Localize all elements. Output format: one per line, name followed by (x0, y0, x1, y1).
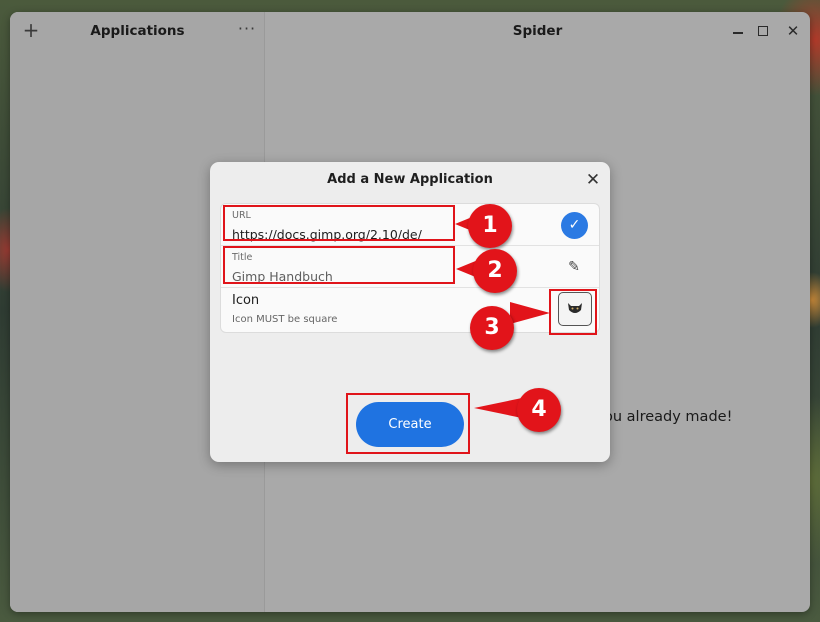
minimize-button[interactable] (728, 21, 748, 41)
dialog-close-button[interactable]: ✕ (582, 169, 604, 191)
close-icon: ✕ (585, 170, 601, 190)
annotation-callout-4: 4 (517, 388, 561, 432)
empty-state-text: ou already made! (604, 409, 733, 425)
sidebar-title: Applications (90, 23, 185, 39)
sidebar-menu-button[interactable]: ··· (236, 20, 258, 42)
title-edit-button[interactable]: ✎ (563, 256, 585, 278)
window-close-button[interactable]: ✕ (783, 21, 803, 41)
annotation-highlight-title (223, 246, 455, 284)
icon-label: Icon (232, 293, 260, 308)
checkmark-icon: ✓ (568, 217, 581, 233)
url-validate-button[interactable]: ✓ (561, 212, 588, 239)
annotation-arrow-3 (510, 302, 550, 324)
window-title: Spider (512, 23, 563, 39)
annotation-highlight-icon (549, 289, 597, 335)
dialog-title: Add a New Application (327, 172, 493, 187)
annotation-highlight-create (346, 393, 470, 454)
sidebar-header: Applications (10, 12, 265, 50)
pencil-icon: ✎ (568, 259, 580, 275)
icon-hint: Icon MUST be square (232, 314, 338, 325)
annotation-arrow-4 (474, 398, 522, 418)
annotation-highlight-url (223, 205, 455, 241)
annotation-callout-3: 3 (470, 306, 514, 350)
minimize-icon (733, 32, 743, 34)
more-icon: ··· (237, 19, 257, 38)
maximize-icon (758, 26, 768, 36)
annotation-callout-1: 1 (468, 204, 512, 248)
close-icon: ✕ (786, 22, 800, 40)
maximize-button[interactable] (753, 21, 773, 41)
annotation-callout-2: 2 (473, 249, 517, 293)
